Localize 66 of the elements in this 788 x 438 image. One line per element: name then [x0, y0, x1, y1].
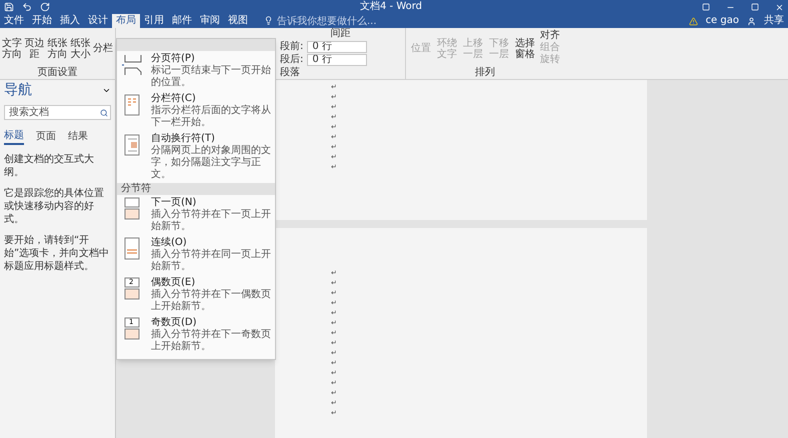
- menu-heading: 分节符: [121, 183, 151, 195]
- menu-item-description: 插入分节符并在同一页上开始新节。: [151, 249, 271, 273]
- redo-icon[interactable]: [40, 2, 50, 12]
- ribbon-tab[interactable]: 邮件: [168, 14, 196, 28]
- ribbon-tab[interactable]: 审阅: [196, 14, 224, 28]
- pane-tab[interactable]: 标题: [4, 128, 24, 145]
- help-text: 它是跟踪您的具体位置或快速移动内容的好式。: [4, 187, 105, 226]
- menu-item-description: 插入分节符并在下一奇数页上开始新节。: [151, 329, 271, 353]
- ribbon-tab[interactable]: 布局: [112, 14, 140, 28]
- spacing-label: 段后:: [280, 54, 304, 66]
- group-label: 段落: [280, 67, 301, 79]
- ribbon-tab[interactable]: 插入: [56, 14, 84, 28]
- menu-item-description: 分隔网页上的对象周围的文字，如分隔题注文字与正文。: [151, 145, 271, 181]
- menu-item[interactable]: 自动换行符(T) 分隔网页上的对象周围的文字，如分隔题注文字与正文。: [117, 131, 275, 183]
- maximize-icon[interactable]: [751, 3, 759, 11]
- menu-item-description: 指示分栏符后面的文字将从下一栏开始。: [151, 105, 271, 129]
- ribbon-tab[interactable]: 文件: [0, 14, 28, 28]
- ribbon-button[interactable]: 页边距: [24, 30, 46, 67]
- ribbon-tab[interactable]: 开始: [28, 14, 56, 28]
- menu-item-description: 插入分节符并在下一页上开始新节。: [151, 209, 271, 233]
- ribbon-button[interactable]: 选择窗格: [514, 30, 536, 67]
- section-break-icon: [121, 53, 143, 77]
- spacing-label: 段前:: [280, 40, 304, 52]
- menu-item[interactable]: 分栏符(C) 指示分栏符后面的文字将从下一栏开始。: [117, 91, 275, 131]
- ribbon-display-icon[interactable]: [702, 3, 710, 11]
- ribbon-button[interactable]: 对齐: [540, 30, 560, 42]
- person-icon: [747, 16, 756, 26]
- search-field[interactable]: 搜索文档: [4, 105, 111, 120]
- user-name[interactable]: ce gao: [706, 14, 739, 28]
- group-label: 排列: [474, 67, 496, 79]
- ribbon-button[interactable]: 纸张大小: [69, 30, 92, 67]
- ribbon-tab[interactable]: 引用: [140, 14, 168, 28]
- ribbon-button[interactable]: 分栏: [92, 30, 114, 67]
- ribbon-button[interactable]: 纸张方向: [46, 30, 68, 67]
- menu-item-title: 分页符(P): [151, 53, 196, 64]
- menu-item[interactable]: 分页符(P) 标记一页结束与下一页开始的位置。: [117, 51, 275, 91]
- save-icon[interactable]: [4, 2, 14, 12]
- lightbulb-icon: [264, 16, 273, 25]
- group-label: 页面设置: [36, 67, 78, 79]
- window-title: 文档4 - Word: [360, 1, 422, 13]
- menu-item-description: 标记一页结束与下一页开始的位置。: [151, 65, 271, 89]
- ribbon-button[interactable]: 文字方向: [1, 30, 23, 67]
- menu-item-title: 连续(O): [151, 237, 188, 248]
- share-button[interactable]: 共享: [764, 14, 784, 28]
- tell-me-field[interactable]: 告诉我你想要做什么...: [277, 14, 407, 28]
- help-text: 创建文档的交互式大纲。: [4, 153, 95, 179]
- menu-item[interactable]: 连续(O) 插入分节符并在同一页上开始新节。: [117, 235, 275, 275]
- pane-title: 导航: [4, 81, 32, 100]
- menu-item-title: 分栏符(C): [151, 93, 197, 104]
- menu-item-title: 下一页(N): [151, 197, 198, 208]
- ribbon-tab[interactable]: 设计: [84, 14, 112, 28]
- ribbon-tab[interactable]: 视图: [224, 14, 252, 28]
- pane-tab[interactable]: 页面: [36, 128, 56, 145]
- menu-item-title: 自动换行符(T): [151, 133, 216, 144]
- menu-item-title: 奇数页(D): [151, 317, 198, 328]
- warning-icon: [688, 16, 698, 26]
- dropdown-icon[interactable]: [102, 86, 111, 95]
- pane-tab[interactable]: 结果: [68, 128, 88, 145]
- help-text: 要开始，请转到“开始”选项卡，并向文档中标题应用标题样式。: [4, 234, 110, 273]
- menu-item-title: 偶数页(E): [151, 277, 196, 288]
- close-icon[interactable]: [775, 2, 784, 12]
- group-title: 间距: [330, 28, 352, 40]
- undo-icon[interactable]: [22, 2, 32, 12]
- menu-item-description: 插入分节符并在下一偶数页上开始新节。: [151, 289, 271, 313]
- search-icon: [100, 108, 108, 116]
- menu-item[interactable]: 下一页(N) 插入分节符并在下一页上开始新节。: [117, 195, 275, 235]
